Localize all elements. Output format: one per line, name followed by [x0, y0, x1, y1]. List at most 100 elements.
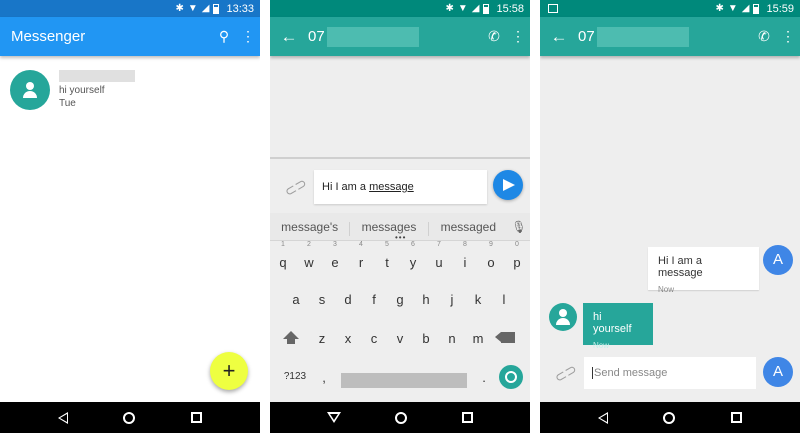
wifi-icon: ▼ [727, 2, 738, 14]
suggestion-1[interactable]: message's [270, 220, 349, 234]
symbols-key[interactable]: ?123 [277, 364, 313, 390]
key-a[interactable]: a [283, 286, 309, 312]
message-text-composing: message [369, 181, 414, 193]
key-e[interactable]: e3 [322, 241, 348, 275]
bluetooth-icon: ✱ [175, 2, 184, 14]
key-d[interactable]: d [335, 286, 361, 312]
key-label: b [422, 331, 430, 346]
space-key[interactable] [341, 372, 467, 388]
person-icon [22, 82, 38, 98]
key-label: r [358, 255, 364, 270]
keyboard-row-1: q1w2e3r4t5y6u7i8o9p0 [270, 241, 530, 275]
key-label: q [279, 255, 287, 270]
key-label: o [487, 255, 495, 270]
outgoing-message[interactable]: Hi I am a message Now [648, 247, 759, 294]
bluetooth-icon: ✱ [715, 2, 724, 14]
key-label: k [474, 292, 482, 307]
key-n[interactable]: n [439, 325, 465, 351]
key-t[interactable]: t5 [374, 241, 400, 275]
key-label: l [502, 292, 506, 307]
recents-icon[interactable] [461, 412, 473, 423]
key-f[interactable]: f [361, 286, 387, 312]
send-avatar[interactable]: A [763, 357, 793, 387]
phone-icon[interactable]: ✆ [482, 28, 506, 45]
key-x[interactable]: x [335, 325, 361, 351]
comma-key[interactable]: , [313, 370, 335, 385]
app-bar: ← 07 ✆ ⋮ [270, 17, 530, 56]
contact-number: 07 [308, 27, 325, 45]
key-label: f [372, 292, 376, 307]
key-l[interactable]: l [491, 286, 517, 312]
compose-bar: ⊂⊃ Send message A [540, 355, 800, 391]
key-label: m [472, 331, 484, 346]
status-bar: ✱ ▼ ◢ 15:59 [540, 0, 800, 17]
key-hint: 1 [281, 241, 285, 248]
key-y[interactable]: y6 [400, 241, 426, 275]
key-v[interactable]: v [387, 325, 413, 351]
mic-icon[interactable]: 🎙 [508, 220, 530, 234]
key-z[interactable]: z [309, 325, 335, 351]
key-label: w [304, 255, 314, 270]
send-button[interactable] [493, 170, 523, 200]
conversation-snippet: hi yourself [59, 85, 105, 96]
more-vert-icon[interactable]: ⋮ [776, 28, 800, 45]
key-k[interactable]: k [465, 286, 491, 312]
app-bar: Messenger ⚲ ⋮ [0, 17, 260, 56]
period-key[interactable]: . [473, 370, 495, 385]
key-b[interactable]: b [413, 325, 439, 351]
key-r[interactable]: r4 [348, 241, 374, 275]
redacted-number [596, 26, 689, 47]
attach-icon[interactable]: ⊂⊃ [281, 174, 310, 200]
back-icon[interactable] [57, 411, 68, 424]
emoji-icon[interactable] [499, 365, 523, 389]
recents-icon[interactable] [191, 412, 203, 423]
key-q[interactable]: q1 [270, 241, 296, 275]
arrow-back-icon[interactable]: ← [270, 27, 308, 47]
key-j[interactable]: j [439, 286, 465, 312]
key-s[interactable]: s [309, 286, 335, 312]
recents-icon[interactable] [731, 412, 743, 423]
new-message-button[interactable]: + [210, 352, 248, 390]
shift-icon[interactable] [273, 325, 309, 351]
key-label: j [450, 292, 454, 307]
redacted-number [326, 26, 419, 47]
home-icon[interactable] [123, 411, 136, 424]
home-icon[interactable] [395, 411, 408, 424]
key-label: x [344, 331, 352, 346]
signal-icon: ◢ [741, 2, 750, 14]
plus-icon: + [222, 358, 236, 383]
key-p[interactable]: p0 [504, 241, 530, 275]
backspace-icon[interactable] [491, 325, 527, 351]
more-vert-icon[interactable]: ⋮ [236, 28, 260, 45]
back-icon[interactable] [597, 411, 608, 424]
suggestion-2[interactable]: messages [349, 220, 429, 236]
status-bar: ✱ ▼ ◢ 15:58 [270, 0, 530, 17]
key-u[interactable]: u7 [426, 241, 452, 275]
search-icon[interactable]: ⚲ [212, 28, 236, 45]
arrow-back-icon[interactable]: ← [540, 27, 578, 47]
signal-icon: ◢ [201, 2, 210, 14]
more-vert-icon[interactable]: ⋮ [506, 28, 530, 45]
key-hint: 4 [359, 241, 363, 248]
key-g[interactable]: g [387, 286, 413, 312]
key-m[interactable]: m [465, 325, 491, 351]
key-label: p [513, 255, 521, 270]
incoming-message[interactable]: hi yourself Now [583, 303, 653, 350]
key-o[interactable]: o9 [478, 241, 504, 275]
contact-number: 07 [578, 27, 595, 45]
redacted-contact-name [59, 70, 135, 82]
message-input[interactable]: Send message [584, 357, 756, 389]
key-i[interactable]: i8 [452, 241, 478, 275]
hide-keyboard-icon[interactable] [327, 412, 342, 423]
key-h[interactable]: h [413, 286, 439, 312]
key-hint: 8 [463, 241, 467, 248]
home-icon[interactable] [663, 411, 676, 424]
phone-icon[interactable]: ✆ [752, 28, 776, 45]
conversation-item[interactable]: hi yourself Tue [10, 70, 250, 112]
suggestion-strip: message's messages messaged 🎙 ••• [270, 213, 530, 242]
message-input[interactable]: Hi I am a message [314, 170, 487, 204]
suggestion-3[interactable]: messaged [429, 220, 508, 234]
key-w[interactable]: w2 [296, 241, 322, 275]
key-c[interactable]: c [361, 325, 387, 351]
attach-icon[interactable]: ⊂⊃ [551, 360, 580, 386]
